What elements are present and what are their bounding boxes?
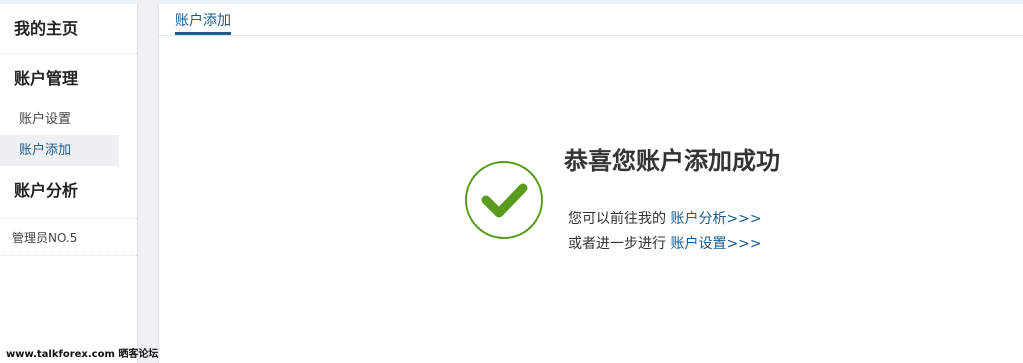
analysis-line: 您可以前往我的 账户分析>>> [568,208,762,228]
success-title: 恭喜您账户添加成功 [564,147,780,175]
nav-account-management[interactable]: 账户管理 [0,54,137,104]
watermark: www.talkforex.com 晒客论坛 [6,349,159,360]
tab-account-add[interactable]: 账户添加 [175,10,231,35]
sidebar: 我的主页 账户管理 账户设置 账户添加 账户分析 管理员NO.5 [0,4,138,363]
account-settings-link[interactable]: 账户设置>>> [670,236,761,252]
nav-my-home[interactable]: 我的主页 [0,4,137,54]
nav-account-analysis[interactable]: 账户分析 [0,166,137,216]
account-analysis-link[interactable]: 账户分析>>> [670,211,761,227]
sidebar-item-account-settings[interactable]: 账户设置 [0,104,119,135]
tab-bar: 账户添加 [159,4,1023,36]
settings-line: 或者进一步进行 账户设置>>> [568,233,762,253]
admin-label: 管理员NO.5 [0,218,137,256]
settings-line-prefix: 或者进一步进行 [568,236,671,252]
check-circle-icon [465,161,543,239]
analysis-line-prefix: 您可以前往我的 [568,211,671,227]
main-panel: 账户添加 恭喜您账户添加成功 您可以前往我的 账户分析>>> 或者进一步进行 账… [158,4,1023,363]
sidebar-item-account-add[interactable]: 账户添加 [0,135,119,166]
